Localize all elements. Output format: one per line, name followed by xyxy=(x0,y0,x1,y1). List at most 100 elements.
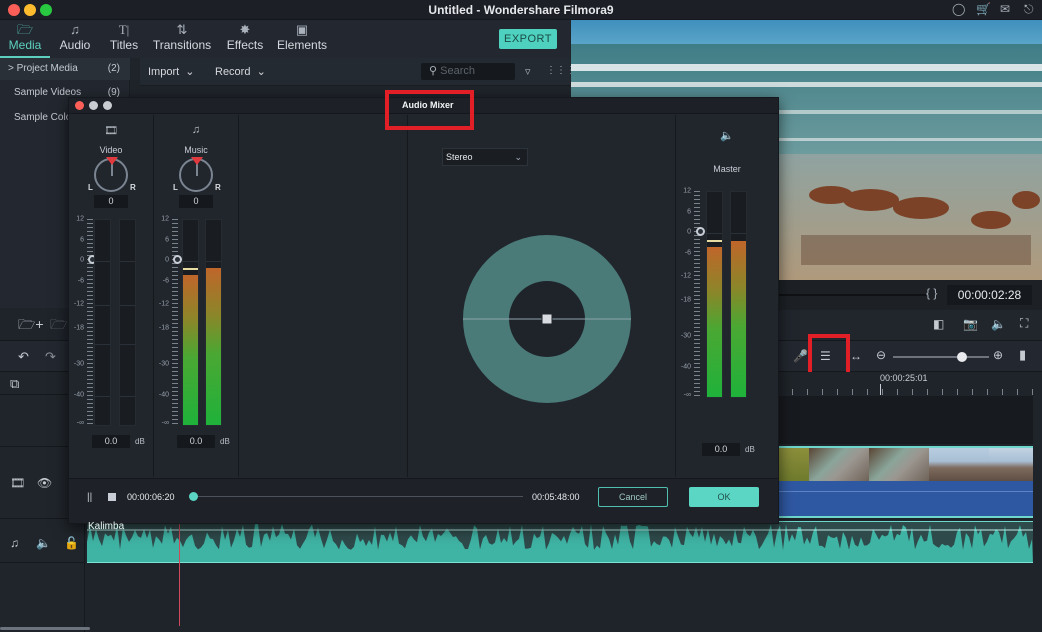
sidebar-item-project-media[interactable]: > Project Media (2) xyxy=(0,58,130,80)
dialog-close-button[interactable] xyxy=(75,101,84,110)
gain-value[interactable]: 0.0 xyxy=(177,435,215,448)
scale-label: -6 xyxy=(684,249,691,257)
user-icon[interactable]: ◯ xyxy=(952,2,965,16)
meter-gridline xyxy=(95,395,110,397)
meter-gridline xyxy=(731,233,746,235)
scale-label: -18 xyxy=(73,324,84,332)
add-track-icon[interactable]: ⧉ xyxy=(10,376,19,392)
surround-panner[interactable] xyxy=(462,234,632,404)
volume-fader-handle[interactable] xyxy=(173,255,182,265)
gain-value[interactable]: 0.0 xyxy=(92,435,130,448)
undo-icon[interactable]: ↶ xyxy=(18,349,29,365)
stop-icon[interactable] xyxy=(108,493,116,501)
gain-value[interactable]: 0.0 xyxy=(702,443,740,456)
cart-icon[interactable]: 🛒 xyxy=(976,2,991,16)
add-folder-icon[interactable]: 🗁+ xyxy=(18,314,44,338)
tab-transitions[interactable]: ⇅ Transitions xyxy=(152,20,212,58)
image-icon: ▣ xyxy=(295,22,309,37)
channel-label: Video xyxy=(99,145,123,155)
level-meter-left xyxy=(706,191,723,398)
delete-folder-icon[interactable]: 🗁 xyxy=(50,314,67,338)
music-note-icon: ♫ xyxy=(70,22,80,37)
clip-thumbnail xyxy=(989,448,1033,481)
playback-slider[interactable] xyxy=(189,492,523,501)
pan-knob[interactable] xyxy=(179,157,213,192)
lock-icon[interactable]: 🔓 xyxy=(64,536,79,550)
pan-value[interactable]: 0 xyxy=(179,195,213,208)
tab-effects[interactable]: ✸ Effects xyxy=(224,20,266,58)
export-button[interactable]: EXPORT xyxy=(499,29,557,49)
meter-fill xyxy=(183,274,198,425)
meter-fill xyxy=(206,268,221,425)
notification-icon[interactable]: ⎋ xyxy=(1024,2,1034,17)
zoom-out-icon[interactable]: ⊖ xyxy=(876,348,886,362)
output-mode-select[interactable]: Stereo ⌄ xyxy=(442,148,528,166)
fit-timeline-icon[interactable]: ↔ xyxy=(850,349,862,363)
pan-value[interactable]: 0 xyxy=(94,195,128,208)
search-input[interactable]: ⚲ Search xyxy=(421,63,515,80)
ok-button[interactable]: OK xyxy=(689,487,759,507)
mail-icon[interactable]: ✉ xyxy=(1000,2,1010,16)
cancel-button[interactable]: Cancel xyxy=(598,487,668,507)
channel-video: 🎞 Video L R 0 12 6 0 -6 -12 -18 -30 -40 -∞ 0.0 d… xyxy=(69,115,153,477)
meter-gridline xyxy=(206,261,221,263)
tab-audio[interactable]: ♫ Audio xyxy=(56,20,94,58)
db-unit-label: dB xyxy=(220,437,230,446)
horizontal-scrollbar[interactable] xyxy=(0,627,90,630)
music-note-icon: ♫ xyxy=(10,536,19,550)
sidebar-item-label: Project Media xyxy=(16,63,78,74)
speaker-icon[interactable]: 🔈 xyxy=(36,536,51,550)
audio-mixer-title-highlight xyxy=(385,90,474,130)
microphone-icon[interactable]: 🎤 xyxy=(793,349,808,363)
pause-icon[interactable]: || xyxy=(87,492,92,503)
video-clip[interactable] xyxy=(777,446,1033,518)
zoom-in-icon[interactable]: ⊕ xyxy=(993,348,1003,362)
render-settings-icon[interactable]: ◧ xyxy=(933,317,944,331)
scale-label: -6 xyxy=(77,277,84,285)
scale-label: 12 xyxy=(161,215,169,223)
db-scale: 12 6 0 -6 -12 -18 -30 -40 -∞ xyxy=(676,187,700,398)
scale-label: 12 xyxy=(76,215,84,223)
filter-icon[interactable]: ▿ xyxy=(525,65,531,78)
eye-icon[interactable]: 👁 xyxy=(37,476,52,490)
tab-media[interactable]: 🗁 Media xyxy=(4,20,46,58)
snapshot-icon[interactable]: 📷 xyxy=(963,317,978,331)
mark-in-out-brackets[interactable]: { } xyxy=(926,286,937,300)
scale-label: -6 xyxy=(162,277,169,285)
channel-divider xyxy=(407,115,408,477)
tab-elements[interactable]: ▣ Elements xyxy=(277,20,327,58)
volume-fader-handle[interactable] xyxy=(696,227,705,237)
pan-left-label: L xyxy=(88,183,93,192)
current-time: 00:00:06:20 xyxy=(127,492,175,502)
channel-label: Master xyxy=(713,164,741,174)
tab-titles[interactable]: T| Titles xyxy=(106,20,142,58)
scale-label: -30 xyxy=(680,332,691,340)
panner-position-icon[interactable] xyxy=(541,313,553,325)
timeline-zoom-slider[interactable] xyxy=(893,352,989,362)
audio-clip[interactable] xyxy=(87,521,1033,563)
pan-knob[interactable] xyxy=(94,157,128,192)
db-scale: 12 6 0 -6 -12 -18 -30 -40 -∞ xyxy=(154,215,178,426)
scale-label: 12 xyxy=(683,187,691,195)
scale-label: -12 xyxy=(158,300,169,308)
redo-icon[interactable]: ↷ xyxy=(45,349,56,365)
playhead[interactable] xyxy=(179,520,180,626)
import-dropdown[interactable]: Import ⌄ xyxy=(148,65,195,78)
db-unit-label: dB xyxy=(745,445,755,454)
dialog-maximize-button[interactable] xyxy=(103,101,112,110)
playback-slider-handle[interactable] xyxy=(189,492,198,501)
dialog-minimize-button[interactable] xyxy=(89,101,98,110)
import-label: Import xyxy=(148,66,180,78)
zoom-slider-handle[interactable] xyxy=(957,352,968,362)
scale-label: -30 xyxy=(158,360,169,368)
record-dropdown[interactable]: Record ⌄ xyxy=(215,65,266,78)
effects-icon: ✸ xyxy=(239,22,251,37)
volume-icon[interactable]: 🔈 xyxy=(991,317,1006,331)
level-meter-left xyxy=(94,219,111,426)
fullscreen-icon[interactable]: ⛶ xyxy=(1020,316,1028,331)
scale-label: -18 xyxy=(680,296,691,304)
pan-right-label: R xyxy=(215,183,221,192)
meter-gridline xyxy=(707,233,722,235)
library-tabs: 🗁 Media ♫ Audio T| Titles ⇅ Transitions … xyxy=(0,20,570,58)
track-levels-icon[interactable]: ▮ xyxy=(1019,347,1026,363)
